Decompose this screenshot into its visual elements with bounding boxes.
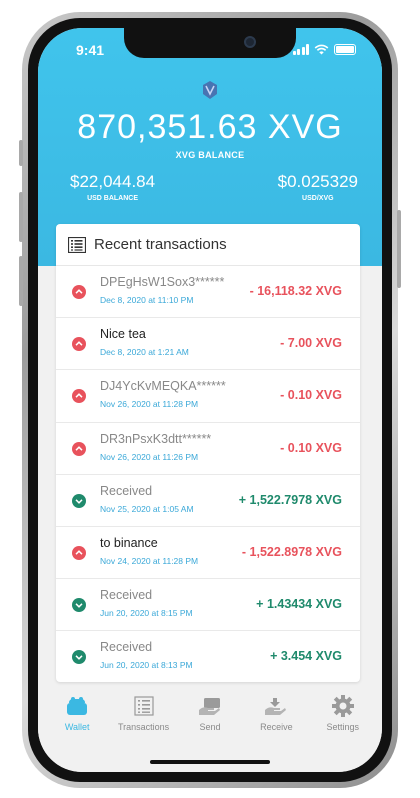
- tab-settings[interactable]: Settings: [313, 688, 373, 772]
- transaction-name: DR3nPsxK3dtt******: [100, 431, 212, 446]
- notch: [124, 28, 296, 58]
- transaction-date: Nov 26, 2020 at 11:28 PM: [100, 399, 199, 410]
- transaction-name: to binance: [100, 535, 158, 550]
- status-time: 9:41: [76, 42, 105, 58]
- receive-icon: [264, 694, 288, 718]
- tab-label: Transactions: [117, 722, 170, 732]
- sent-arrow-up-icon: [72, 337, 86, 352]
- transactions-list-icon: [68, 236, 86, 253]
- tab-label: Settings: [326, 722, 360, 732]
- tab-label: Send: [199, 722, 221, 732]
- xvg-balance: 870,351.63 XVG: [77, 108, 343, 146]
- gear-icon: [331, 694, 355, 718]
- transaction-row[interactable]: Nice tea Dec 8, 2020 at 1:21 AM - 7.00 XVG: [56, 318, 360, 371]
- transaction-name: Received: [100, 483, 153, 498]
- sent-arrow-up-icon: [72, 285, 86, 299]
- transaction-row[interactable]: Received Nov 25, 2020 at 1:05 AM + 1,522.7…: [56, 475, 360, 527]
- exchange-rate-block: $0.025329 USD/XVG: [278, 172, 358, 202]
- verge-logo-icon: [203, 81, 217, 99]
- card-title: Recent transactions: [94, 236, 227, 253]
- transaction-name: Received: [100, 588, 153, 603]
- app-screen: 9:41 870,351.63 XVG XVG BALANCE $22,044.…: [38, 28, 382, 772]
- transaction-name: Nice tea: [100, 327, 146, 342]
- tab-wallet[interactable]: Wallet: [47, 688, 107, 772]
- tab-bar: Wallet Transactions Send Receive Setting…: [38, 688, 382, 772]
- transactions-icon: [132, 694, 156, 718]
- card-header: Recent transactions: [56, 224, 360, 266]
- sent-arrow-up-icon: [72, 441, 86, 456]
- transaction-amount: - 1,522.8978 XVG: [241, 544, 342, 559]
- mute-switch: [19, 140, 23, 166]
- transaction-amount: - 0.10 XVG: [280, 388, 342, 403]
- received-arrow-down-icon: [72, 650, 86, 665]
- transaction-row[interactable]: Received Jun 20, 2020 at 8:15 PM + 1.43434…: [56, 579, 360, 632]
- usd-balance-label: USD BALANCE: [87, 195, 139, 202]
- phone-bezel: 9:41 870,351.63 XVG XVG BALANCE $22,044.…: [28, 18, 392, 782]
- sent-arrow-up-icon: [72, 545, 86, 560]
- transaction-row[interactable]: Received Jun 20, 2020 at 8:13 PM + 3.454 X…: [56, 631, 360, 682]
- tab-label: Receive: [260, 722, 293, 732]
- front-camera: [244, 36, 256, 48]
- transaction-date: Nov 26, 2020 at 11:26 PM: [100, 451, 199, 462]
- usd-balance: $22,044.84: [70, 172, 156, 191]
- transaction-name: Received: [100, 640, 153, 655]
- transaction-amount: + 1,522.7978 XVG: [238, 492, 342, 507]
- wallet-icon: [65, 694, 89, 718]
- sent-arrow-up-icon: [72, 389, 86, 404]
- tab-label: Wallet: [64, 722, 90, 732]
- status-icons: [292, 44, 356, 55]
- transaction-date: Dec 8, 2020 at 1:21 AM: [100, 347, 189, 358]
- wifi-icon: [314, 44, 329, 55]
- transaction-row[interactable]: DPEgHsW1Sox3****** Dec 8, 2020 at 11:10 P…: [56, 266, 360, 319]
- battery-icon: [334, 44, 356, 55]
- transaction-date: Jun 20, 2020 at 8:15 PM: [100, 608, 193, 619]
- transaction-amount: - 0.10 XVG: [280, 440, 342, 455]
- transaction-amount: + 1.43434 XVG: [256, 597, 342, 612]
- volume-up-button: [19, 192, 23, 242]
- recent-transactions-card: Recent transactions DPEgHsW1Sox3****** De…: [56, 224, 360, 682]
- transaction-amount: - 7.00 XVG: [280, 336, 342, 351]
- transaction-row[interactable]: DJ4YcKvMEQKA****** Nov 26, 2020 at 11:28 …: [56, 370, 360, 423]
- received-arrow-down-icon: [72, 493, 86, 508]
- transaction-amount: - 16,118.32 XVG: [249, 284, 342, 298]
- usd-balance-block: $22,044.84 USD BALANCE: [70, 172, 155, 202]
- exchange-rate-label: USD/XVG: [302, 195, 334, 202]
- transaction-date: Dec 8, 2020 at 11:10 PM: [100, 295, 194, 305]
- power-button: [397, 210, 401, 288]
- transaction-name: DJ4YcKvMEQKA******: [100, 379, 226, 394]
- transaction-amount: + 3.454 XVG: [270, 649, 342, 664]
- phone-frame: 9:41 870,351.63 XVG XVG BALANCE $22,044.…: [22, 12, 398, 788]
- volume-down-button: [19, 256, 23, 306]
- transaction-date: Jun 20, 2020 at 8:13 PM: [100, 660, 193, 671]
- transaction-row[interactable]: to binance Nov 24, 2020 at 11:28 PM - 1,52…: [56, 527, 360, 580]
- transaction-list: DPEgHsW1Sox3****** Dec 8, 2020 at 11:10 P…: [56, 266, 360, 682]
- xvg-balance-label: XVG BALANCE: [175, 150, 245, 160]
- cellular-signal-icon: [292, 44, 309, 55]
- transaction-row[interactable]: DR3nPsxK3dtt****** Nov 26, 2020 at 11:26 …: [56, 423, 360, 475]
- send-icon: [198, 694, 222, 718]
- home-indicator: [150, 760, 270, 764]
- transaction-date: Nov 25, 2020 at 1:05 AM: [100, 503, 194, 514]
- transaction-date: Nov 24, 2020 at 11:28 PM: [100, 555, 199, 566]
- transaction-name: DPEgHsW1Sox3******: [100, 275, 225, 289]
- received-arrow-down-icon: [72, 598, 86, 613]
- exchange-rate: $0.025329: [277, 172, 358, 191]
